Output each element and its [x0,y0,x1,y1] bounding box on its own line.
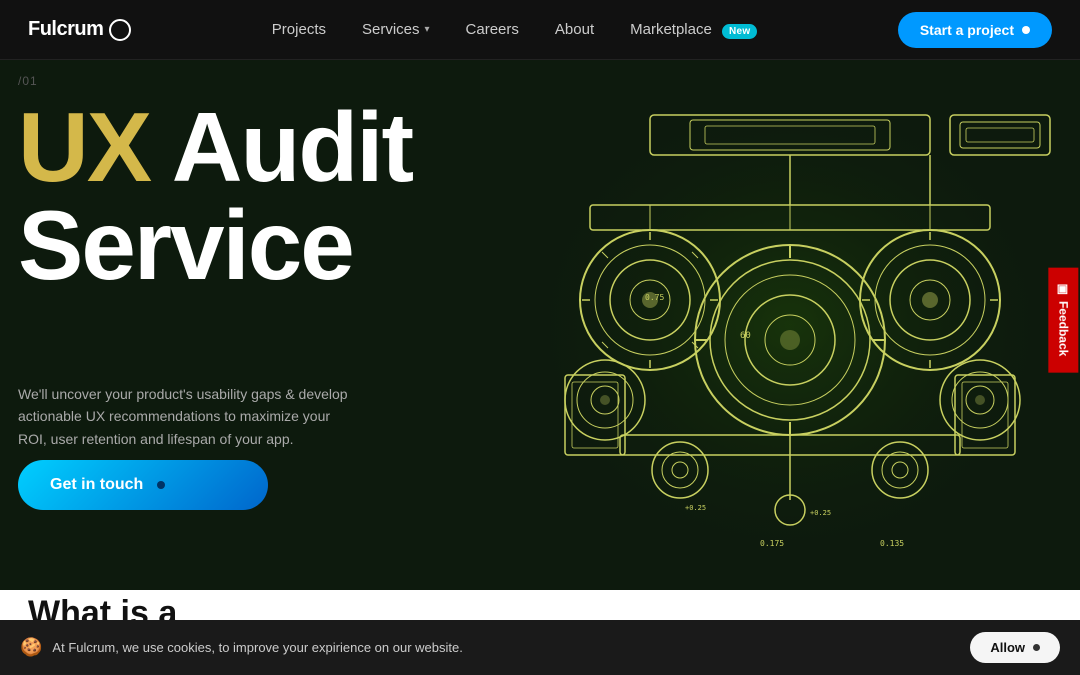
hero-title-ux: UX [18,92,150,202]
nav-item-careers[interactable]: Careers [466,21,519,39]
button-dot-icon [157,481,165,489]
hero-title-block: UX Audit Service [18,98,412,294]
chevron-down-icon: ▾ [425,24,430,35]
svg-text:0.135: 0.135 [880,539,904,548]
svg-text:0.75: 0.75 [645,293,664,302]
start-project-button[interactable]: Start a project [898,12,1052,48]
logo-text: Fulcrum [28,18,103,41]
nav-item-about[interactable]: About [555,21,594,39]
hero-illustration: 60 0.75 0.175 0.135 +0.25 +0.25 [480,60,1080,590]
svg-text:60: 60 [740,331,751,341]
svg-text:0.175: 0.175 [760,539,784,548]
nav-item-services[interactable]: Services ▾ [362,21,430,38]
nav-item-projects[interactable]: Projects [272,21,326,39]
feedback-tab[interactable]: ▣ Feedback [1049,268,1079,373]
button-dot-icon [1022,26,1030,34]
svg-text:+0.25: +0.25 [685,504,706,512]
cookie-banner: 🍪 At Fulcrum, we use cookies, to improve… [0,620,1080,675]
nav-menu: Projects Services ▾ Careers About Market… [272,21,758,39]
get-in-touch-button[interactable]: Get in touch [18,460,268,510]
nav-item-marketplace[interactable]: Marketplace New [630,21,757,39]
hero-title-line1: UX Audit [18,98,412,196]
hero-title-audit: Audit [150,92,412,202]
new-badge: New [722,24,757,39]
feedback-icon: ▣ [1057,284,1071,295]
allow-cookies-button[interactable]: Allow [970,632,1060,663]
logo[interactable]: Fulcrum [28,18,131,41]
button-dot-icon [1033,644,1040,651]
svg-text:+0.25: +0.25 [810,509,831,517]
cookie-message-block: 🍪 At Fulcrum, we use cookies, to improve… [20,637,463,658]
cookie-message: At Fulcrum, we use cookies, to improve y… [52,640,462,655]
navbar: Fulcrum Projects Services ▾ Careers Abou… [0,0,1080,60]
logo-icon [109,19,131,41]
feedback-label: Feedback [1057,301,1071,356]
hero-title-service: Service [18,196,412,294]
section-counter: /01 [18,74,38,88]
hero-subtitle: We'll uncover your product's usability g… [18,383,358,450]
cookie-icon: 🍪 [20,637,42,658]
hero-section: /01 UX Audit Service We'll uncover your … [0,60,1080,590]
